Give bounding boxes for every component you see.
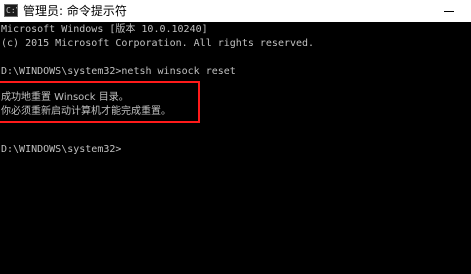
console-line-copyright: (c) 2015 Microsoft Corporation. All righ… (1, 38, 315, 49)
cmd-icon: C:\ (4, 4, 18, 17)
console-output[interactable]: Microsoft Windows [版本 10.0.10240] (c) 20… (0, 22, 471, 274)
console-line-version: Microsoft Windows [版本 10.0.10240] (1, 24, 208, 35)
command-prompt-window: C:\ 管理员: 命令提示符 Microsoft Windows [版本 10.… (0, 0, 471, 274)
console-line-prompt: D:\WINDOWS\system32> (1, 144, 122, 155)
minimize-button[interactable] (426, 0, 471, 22)
highlight-box (0, 81, 200, 123)
title-bar[interactable]: C:\ 管理员: 命令提示符 (0, 0, 471, 22)
window-title: 管理员: 命令提示符 (23, 4, 127, 18)
console-line-command: D:\WINDOWS\system32>netsh winsock reset (1, 66, 236, 77)
